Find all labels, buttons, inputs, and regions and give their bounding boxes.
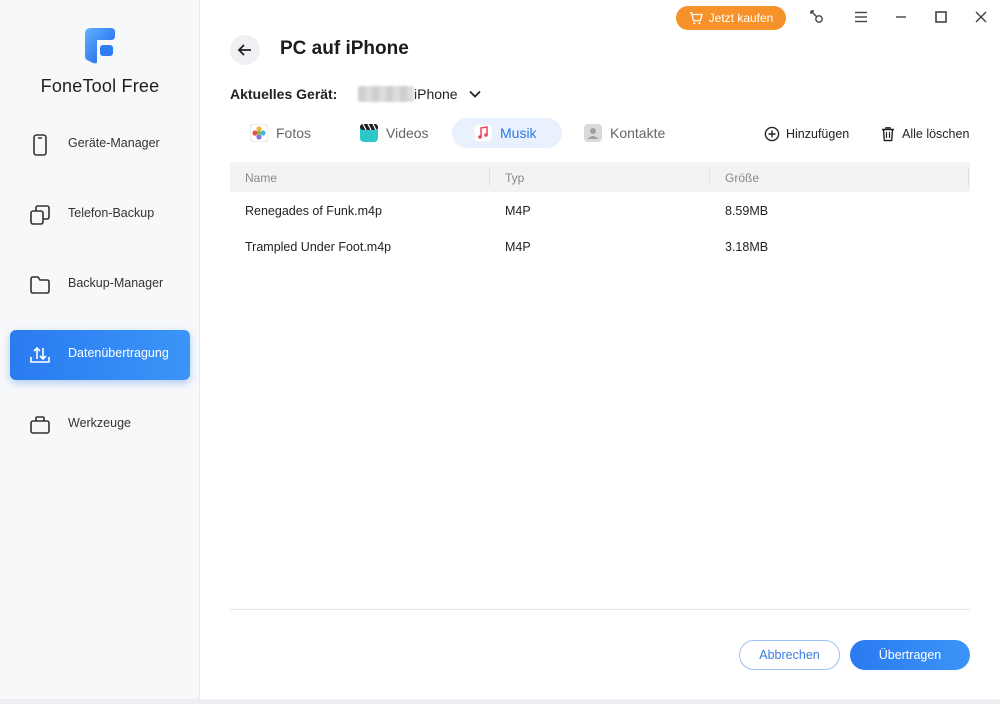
- tab-label: Videos: [386, 125, 429, 141]
- category-tabs: Fotos Videos Musik Kontakte: [230, 118, 790, 148]
- file-table: Name Typ Größe Renegades of Funk.m4p M4P…: [230, 162, 970, 264]
- maximize-icon[interactable]: [930, 6, 952, 28]
- sidebar-item-geraete-manager[interactable]: Geräte-Manager: [10, 120, 190, 170]
- sidebar: FoneTool Free Geräte-Manager Telefon-Bac…: [0, 0, 200, 704]
- cell-size: 3.18MB: [725, 240, 769, 254]
- menu-icon[interactable]: [850, 6, 872, 28]
- sidebar-item-label: Telefon-Backup: [68, 206, 155, 220]
- tab-videos[interactable]: Videos: [350, 118, 450, 148]
- plus-circle-icon: [764, 126, 780, 142]
- sidebar-item-backup-manager[interactable]: Backup-Manager: [10, 260, 190, 310]
- column-divider: [709, 168, 710, 186]
- cell-size: 8.59MB: [725, 204, 769, 218]
- app-window: FoneTool Free Geräte-Manager Telefon-Bac…: [0, 0, 1000, 704]
- device-name: iPhone: [414, 86, 458, 102]
- chevron-down-icon: [468, 90, 481, 98]
- tab-label: Musik: [500, 125, 537, 141]
- sidebar-item-werkzeuge[interactable]: Werkzeuge: [10, 400, 190, 450]
- column-divider: [968, 168, 969, 186]
- contacts-icon: [584, 124, 602, 142]
- phone-icon: [33, 134, 47, 156]
- buy-now-button[interactable]: Jetzt kaufen: [676, 6, 786, 30]
- delete-all-button[interactable]: Alle löschen: [880, 124, 969, 144]
- photos-icon: [250, 124, 268, 142]
- tab-label: Kontakte: [610, 125, 666, 141]
- sidebar-item-label: Backup-Manager: [68, 276, 164, 290]
- tab-kontakte[interactable]: Kontakte: [574, 118, 684, 148]
- buy-now-label: Jetzt kaufen: [708, 11, 774, 25]
- table-row[interactable]: Trampled Under Foot.m4p M4P 3.18MB: [230, 228, 970, 264]
- table-header: Name Typ Größe: [230, 162, 970, 192]
- close-icon[interactable]: [970, 6, 992, 28]
- copy-icon: [30, 205, 50, 225]
- back-button[interactable]: [230, 35, 260, 65]
- transfer-button[interactable]: Übertragen: [850, 640, 970, 670]
- folder-icon: [30, 276, 50, 294]
- key-icon[interactable]: [805, 6, 827, 28]
- cell-type: M4P: [505, 204, 531, 218]
- column-header-type[interactable]: Typ: [505, 171, 524, 185]
- sidebar-item-label: Werkzeuge: [68, 416, 131, 430]
- tab-musik[interactable]: Musik: [452, 118, 562, 148]
- column-header-name[interactable]: Name: [245, 171, 277, 185]
- cart-icon: [689, 12, 703, 25]
- device-name-redacted: [358, 86, 414, 102]
- device-select[interactable]: iPhone: [358, 82, 482, 106]
- cancel-button[interactable]: Abbrechen: [739, 640, 840, 670]
- add-button[interactable]: Hinzufügen: [764, 124, 849, 144]
- add-label: Hinzufügen: [786, 127, 850, 141]
- cell-name: Trampled Under Foot.m4p: [245, 240, 392, 254]
- tab-label: Fotos: [276, 125, 312, 141]
- toolbox-icon: [30, 416, 50, 434]
- sidebar-item-datenuebertragung[interactable]: Datenübertragung: [10, 330, 190, 380]
- app-name: FoneTool Free: [40, 76, 160, 96]
- videos-icon: [360, 124, 378, 142]
- transfer-icon: [30, 346, 50, 363]
- column-divider: [489, 168, 490, 186]
- music-icon: [474, 124, 492, 142]
- page-title: PC auf iPhone: [280, 38, 409, 59]
- window-bottom-edge: [0, 699, 1000, 704]
- table-row[interactable]: Renegades of Funk.m4p M4P 8.59MB: [230, 192, 970, 228]
- trash-icon: [880, 126, 896, 142]
- tab-fotos[interactable]: Fotos: [240, 118, 330, 148]
- fonetool-logo-icon: [85, 28, 115, 64]
- arrow-left-icon: [237, 44, 251, 56]
- sidebar-item-telefon-backup[interactable]: Telefon-Backup: [10, 190, 190, 240]
- device-label: Aktuelles Gerät:: [230, 86, 338, 102]
- cell-name: Renegades of Funk.m4p: [245, 204, 382, 218]
- sidebar-item-label: Geräte-Manager: [68, 136, 160, 150]
- column-header-size[interactable]: Größe: [725, 171, 759, 185]
- delete-all-label: Alle löschen: [902, 127, 970, 141]
- footer-divider: [230, 609, 970, 610]
- minimize-icon[interactable]: [890, 6, 912, 28]
- sidebar-item-label: Datenübertragung: [68, 346, 169, 360]
- cell-type: M4P: [505, 240, 531, 254]
- main-panel: Jetzt kaufen PC auf iPhone Aktuelles Ger…: [200, 0, 1000, 704]
